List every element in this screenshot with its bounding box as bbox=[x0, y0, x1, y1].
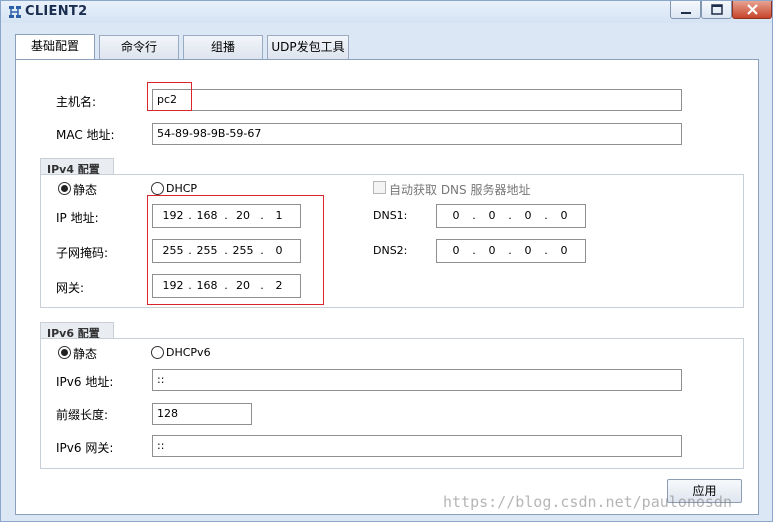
tab-multicast[interactable]: 组播 bbox=[183, 35, 263, 59]
ipv4-dhcp-label: DHCP bbox=[166, 182, 198, 195]
ipv4-group-title: IPv4 配置 bbox=[40, 158, 114, 176]
tab-command-line[interactable]: 命令行 bbox=[99, 35, 179, 59]
client-window: CLIENT2 基础配置 命令行 组播 UDP发包工具 主机名: pc2 MAC… bbox=[0, 0, 773, 522]
basic-config-panel: 主机名: pc2 MAC 地址: 54-89-98-9B-59-67 IPv4 … bbox=[15, 59, 759, 515]
close-icon bbox=[747, 4, 758, 15]
ipv4-static-radio[interactable] bbox=[58, 182, 71, 195]
dns1-octet-4: 0 bbox=[560, 209, 568, 222]
dns2-octet-3: 0 bbox=[524, 244, 532, 257]
title-bar[interactable]: CLIENT2 bbox=[1, 1, 772, 23]
hostname-field[interactable]: pc2 bbox=[152, 89, 682, 111]
dns2-octet-4: 0 bbox=[560, 244, 568, 257]
gateway-label: 网关: bbox=[56, 281, 85, 295]
ipv6-dhcp-label: DHCPv6 bbox=[166, 346, 211, 359]
ip-address-label: IP 地址: bbox=[56, 211, 99, 225]
ipv6-address-field[interactable]: :: bbox=[152, 369, 682, 391]
ipv6-gateway-label: IPv6 网关: bbox=[56, 441, 114, 455]
hostname-label: 主机名: bbox=[56, 95, 97, 109]
dns1-octet-1: 0 bbox=[452, 209, 460, 222]
dns1-field[interactable]: 0 . 0 . 0 . 0 bbox=[436, 204, 586, 228]
close-button[interactable] bbox=[732, 1, 772, 19]
dns2-octet-1: 0 bbox=[452, 244, 460, 257]
auto-dns-checkbox[interactable] bbox=[373, 181, 386, 194]
network-client-icon bbox=[9, 6, 21, 18]
mac-label: MAC 地址: bbox=[56, 128, 115, 142]
minimize-button[interactable] bbox=[670, 1, 701, 19]
ipv6-static-label: 静态 bbox=[73, 347, 98, 361]
prefix-length-label: 前缀长度: bbox=[56, 408, 109, 422]
watermark-text: https://blog.csdn.net/paulonosdn bbox=[443, 493, 732, 511]
auto-dns-label: 自动获取 DNS 服务器地址 bbox=[389, 183, 531, 197]
ipv6-gateway-field[interactable]: :: bbox=[152, 435, 682, 457]
ipv6-static-radio[interactable] bbox=[58, 346, 71, 359]
hostname-highlight bbox=[147, 82, 192, 111]
ipv6-group-title: IPv6 配置 bbox=[40, 322, 114, 340]
dns1-octet-3: 0 bbox=[524, 209, 532, 222]
tab-basic-config[interactable]: 基础配置 bbox=[15, 34, 95, 60]
dns1-label: DNS1: bbox=[373, 209, 408, 222]
dns2-octet-2: 0 bbox=[488, 244, 496, 257]
ipv4-static-label: 静态 bbox=[73, 183, 98, 197]
maximize-icon bbox=[711, 4, 723, 15]
dns2-field[interactable]: 0 . 0 . 0 . 0 bbox=[436, 239, 586, 263]
mac-field[interactable]: 54-89-98-9B-59-67 bbox=[152, 123, 682, 145]
ipv4-dhcp-radio[interactable] bbox=[151, 182, 164, 195]
prefix-length-field[interactable]: 128 bbox=[152, 403, 252, 425]
dns1-octet-2: 0 bbox=[488, 209, 496, 222]
ipv6-dhcp-radio[interactable] bbox=[151, 346, 164, 359]
ipv6-address-label: IPv6 地址: bbox=[56, 375, 114, 389]
dns2-label: DNS2: bbox=[373, 244, 408, 257]
tab-udp-tool[interactable]: UDP发包工具 bbox=[267, 35, 349, 59]
subnet-mask-label: 子网掩码: bbox=[56, 246, 109, 260]
window-title: CLIENT2 bbox=[25, 4, 88, 19]
maximize-button[interactable] bbox=[701, 1, 732, 19]
ipv4-settings-highlight bbox=[147, 195, 324, 305]
minimize-icon bbox=[681, 12, 691, 14]
